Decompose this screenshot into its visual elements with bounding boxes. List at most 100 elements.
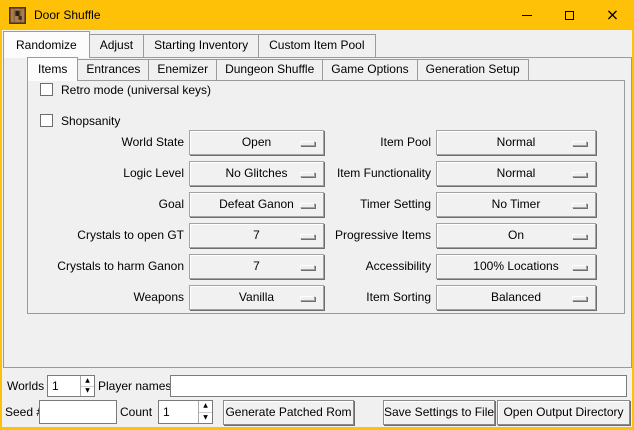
spinner-arrows: ▲ ▼ — [80, 376, 94, 396]
dropdown-indicator-icon — [572, 234, 587, 239]
worlds-row: Worlds 1 ▲ ▼ Player names — [2, 375, 632, 397]
tab-entrances[interactable]: Entrances — [77, 59, 149, 80]
world-state-label: World State — [36, 130, 184, 155]
crystals-ganon-dropdown[interactable]: 7 — [189, 254, 324, 279]
maximize-button[interactable] — [548, 0, 591, 30]
tab-adjust[interactable]: Adjust — [89, 34, 144, 57]
crystals-gt-label: Crystals to open GT — [36, 223, 184, 248]
dropdown-indicator-icon — [300, 172, 315, 177]
goal-value: Defeat Ganon — [219, 197, 294, 211]
timer-setting-dropdown[interactable]: No Timer — [436, 192, 596, 217]
accessibility-value: 100% Locations — [473, 259, 558, 273]
progressive-items-value: On — [508, 228, 524, 242]
logic-level-label: Logic Level — [36, 161, 184, 186]
player-names-label: Player names — [98, 375, 171, 397]
inner-tab-bar: Items Entrances Enemizer Dungeon Shuffle… — [4, 58, 631, 80]
item-sorting-value: Balanced — [491, 290, 541, 304]
tab-items[interactable]: Items — [27, 57, 78, 81]
dropdown-indicator-icon — [300, 203, 315, 208]
app-window: Door Shuffle × Randomize Adjust Starting… — [0, 0, 634, 430]
dropdown-indicator-icon — [572, 172, 587, 177]
tab-custom-item-pool[interactable]: Custom Item Pool — [258, 34, 375, 57]
tab-starting-inventory[interactable]: Starting Inventory — [143, 34, 259, 57]
accessibility-label: Accessibility — [321, 254, 431, 279]
outer-tab-bar: Randomize Adjust Starting Inventory Cust… — [2, 30, 632, 57]
tab-enemizer[interactable]: Enemizer — [148, 59, 217, 80]
item-pool-value: Normal — [497, 135, 536, 149]
setting-row: Goal Defeat Ganon Timer Setting No Timer — [28, 192, 624, 217]
timer-setting-value: No Timer — [492, 197, 541, 211]
spinner-arrows: ▲ ▼ — [198, 401, 212, 423]
minimize-icon — [522, 15, 532, 16]
item-sorting-dropdown[interactable]: Balanced — [436, 285, 596, 310]
item-pool-label: Item Pool — [321, 130, 431, 155]
setting-row: Crystals to harm Ganon 7 Accessibility 1… — [28, 254, 624, 279]
spin-down-icon[interactable]: ▼ — [81, 387, 94, 397]
item-functionality-value: Normal — [497, 166, 536, 180]
logic-level-dropdown[interactable]: No Glitches — [189, 161, 324, 186]
item-pool-dropdown[interactable]: Normal — [436, 130, 596, 155]
window-title: Door Shuffle — [34, 8, 101, 22]
checkbox-icon[interactable] — [40, 114, 53, 127]
tab-generation-setup[interactable]: Generation Setup — [417, 59, 529, 80]
tab-randomize[interactable]: Randomize — [3, 31, 90, 58]
generate-patched-rom-button[interactable]: Generate Patched Rom — [223, 400, 354, 425]
save-settings-button[interactable]: Save Settings to File — [383, 400, 495, 425]
window-controls: × — [505, 0, 634, 30]
spin-up-icon[interactable]: ▲ — [81, 376, 94, 387]
goal-dropdown[interactable]: Defeat Ganon — [189, 192, 324, 217]
setting-row: Logic Level No Glitches Item Functionali… — [28, 161, 624, 186]
seed-row: Seed # Count 1 ▲ ▼ Generate Patched Rom … — [2, 400, 632, 426]
close-icon: × — [606, 7, 619, 23]
progressive-items-dropdown[interactable]: On — [436, 223, 596, 248]
worlds-spinner[interactable]: 1 ▲ ▼ — [47, 375, 95, 397]
minimize-button[interactable] — [505, 0, 548, 30]
goal-label: Goal — [36, 192, 184, 217]
retro-mode-checkbox[interactable]: Retro mode (universal keys) — [40, 82, 211, 97]
setting-row: Weapons Vanilla Item Sorting Balanced — [28, 285, 624, 310]
items-pane: Retro mode (universal keys) Shopsanity W… — [27, 80, 625, 314]
item-functionality-dropdown[interactable]: Normal — [436, 161, 596, 186]
player-names-input[interactable] — [170, 375, 627, 397]
crystals-gt-value: 7 — [253, 228, 260, 242]
maximize-icon — [565, 11, 574, 20]
count-spinner[interactable]: 1 ▲ ▼ — [158, 400, 213, 424]
shopsanity-label: Shopsanity — [61, 114, 120, 128]
count-label: Count — [120, 400, 152, 425]
weapons-label: Weapons — [36, 285, 184, 310]
item-sorting-label: Item Sorting — [321, 285, 431, 310]
checkbox-icon[interactable] — [40, 83, 53, 96]
weapons-dropdown[interactable]: Vanilla — [189, 285, 324, 310]
tab-dungeon-shuffle[interactable]: Dungeon Shuffle — [216, 59, 323, 80]
retro-mode-label: Retro mode (universal keys) — [61, 83, 211, 97]
logic-level-value: No Glitches — [225, 166, 287, 180]
shopsanity-checkbox[interactable]: Shopsanity — [40, 113, 120, 128]
spin-down-icon[interactable]: ▼ — [199, 413, 212, 424]
setting-row: Crystals to open GT 7 Progressive Items … — [28, 223, 624, 248]
crystals-ganon-value: 7 — [253, 259, 260, 273]
worlds-value: 1 — [48, 376, 80, 396]
world-state-dropdown[interactable]: Open — [189, 130, 324, 155]
dropdown-indicator-icon — [572, 296, 587, 301]
crystals-ganon-label: Crystals to harm Ganon — [36, 254, 184, 279]
open-output-directory-button[interactable]: Open Output Directory — [497, 400, 630, 425]
close-button[interactable]: × — [591, 0, 634, 30]
seed-label: Seed # — [5, 400, 43, 425]
crystals-gt-dropdown[interactable]: 7 — [189, 223, 324, 248]
randomize-pane: Items Entrances Enemizer Dungeon Shuffle… — [3, 57, 632, 368]
item-functionality-label: Item Functionality — [321, 161, 431, 186]
world-state-value: Open — [242, 135, 271, 149]
app-body: Randomize Adjust Starting Inventory Cust… — [2, 30, 632, 427]
tab-game-options[interactable]: Game Options — [322, 59, 417, 80]
dropdown-indicator-icon — [572, 203, 587, 208]
accessibility-dropdown[interactable]: 100% Locations — [436, 254, 596, 279]
setting-row: World State Open Item Pool Normal — [28, 130, 624, 155]
dropdown-indicator-icon — [300, 265, 315, 270]
spin-up-icon[interactable]: ▲ — [199, 401, 212, 413]
progressive-items-label: Progressive Items — [321, 223, 431, 248]
dropdown-indicator-icon — [572, 141, 587, 146]
weapons-value: Vanilla — [239, 290, 274, 304]
seed-input[interactable] — [39, 400, 117, 424]
title-bar: Door Shuffle × — [0, 0, 634, 30]
door-icon — [9, 7, 26, 24]
